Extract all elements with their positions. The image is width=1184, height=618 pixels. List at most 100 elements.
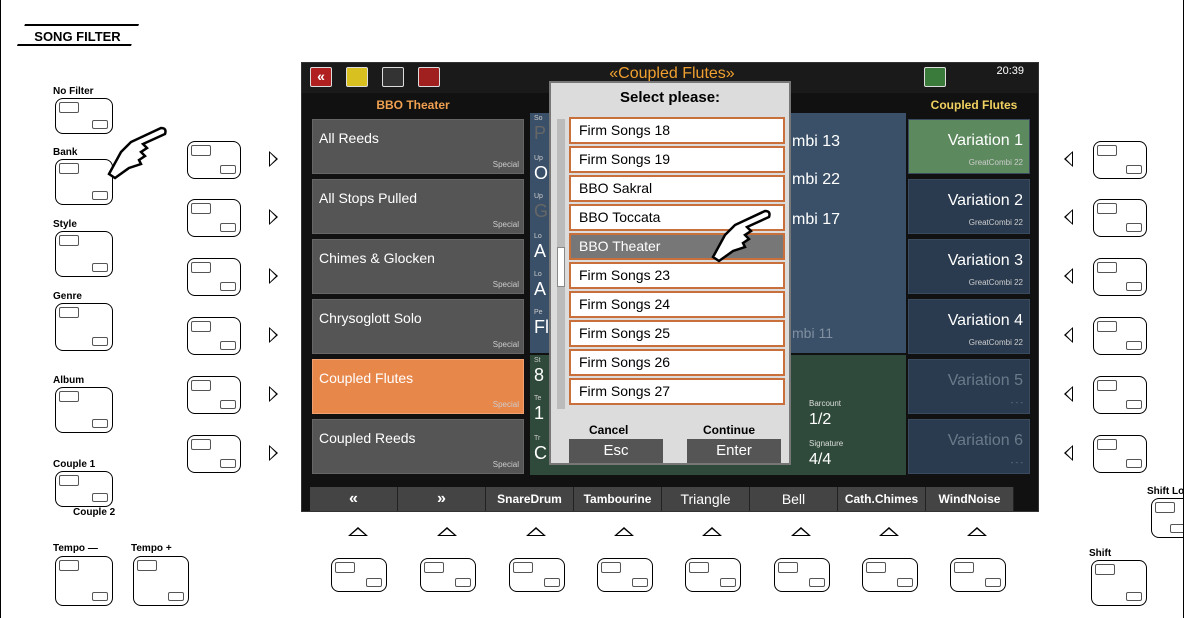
soft-button-bottom-8[interactable] [950, 558, 1006, 592]
mid-value: O [534, 163, 549, 183]
soft-button-bottom-4[interactable] [597, 558, 653, 592]
variation-button[interactable]: Variation 1 GreatCombi 22 [908, 119, 1030, 174]
mid-label: Lo [534, 271, 542, 278]
mid-label: Te [534, 395, 542, 402]
list-item[interactable]: All Reeds Special [312, 119, 524, 174]
display-screen: « « Coupled Flutes » 20:39 BBO Theater Cou… [301, 62, 1039, 512]
continue-label: Continue [703, 423, 755, 437]
enter-button[interactable]: Enter [687, 439, 781, 463]
cath-chimes-button[interactable]: Cath.Chimes [838, 487, 926, 511]
soft-button-bottom-1[interactable] [331, 558, 387, 592]
snaredrum-button[interactable]: SnareDrum [486, 487, 574, 511]
soft-button-left-3[interactable] [187, 258, 241, 296]
list-item[interactable]: Chrysoglott Solo Special [312, 299, 524, 354]
arrow-left-icon [1064, 327, 1073, 343]
back-icon[interactable]: « [310, 67, 332, 87]
arrow-left-icon [1064, 445, 1073, 461]
usb-icon[interactable] [382, 67, 404, 87]
pointing-hand-icon [711, 209, 771, 263]
soft-button-left-5[interactable] [187, 376, 241, 414]
mid-label: Up [534, 155, 543, 162]
couple-button[interactable] [55, 471, 113, 507]
dialog-item[interactable]: BBO Sakral [569, 175, 785, 202]
dialog-item[interactable]: Firm Songs 18 [569, 117, 785, 144]
dialog-item[interactable]: Firm Songs 24 [569, 291, 785, 318]
list-item-selected[interactable]: Coupled Flutes Special [312, 359, 524, 414]
genre-button[interactable] [55, 303, 113, 351]
arrow-right-icon [269, 445, 278, 461]
couple1-label: Couple 1 [53, 459, 96, 470]
style-label: Style [53, 219, 77, 230]
soft-button-right-2[interactable] [1093, 199, 1147, 237]
list-item[interactable]: All Stops Pulled Special [312, 179, 524, 234]
mid-value: C [534, 443, 547, 463]
dialog-item[interactable]: Firm Songs 19 [569, 146, 785, 173]
arrow-up-icon [702, 527, 722, 536]
tempo-plus-label: Tempo + [131, 543, 172, 554]
soft-button-right-1[interactable] [1093, 141, 1147, 179]
shift-label: Shift [1089, 548, 1112, 559]
variation-button[interactable]: Variation 4 GreatCombi 22 [908, 299, 1030, 354]
combi-label: mbi 17 [792, 211, 841, 228]
signature-label: Signature [809, 439, 844, 448]
triangle-button[interactable]: Triangle [662, 487, 750, 511]
arrow-left-icon [1064, 209, 1073, 225]
select-dialog: Select please: Firm Songs 18 Firm Songs … [549, 81, 791, 465]
genre-label: Genre [53, 291, 82, 302]
list-item[interactable]: Chimes & Glocken Special [312, 239, 524, 294]
bell-button[interactable]: Bell [750, 487, 838, 511]
variation-button[interactable]: Variation 6- - - [908, 419, 1030, 474]
page-up-button[interactable]: « [310, 487, 398, 511]
song-filter-label: SONG FILTER [16, 24, 140, 46]
menu-icon[interactable] [346, 67, 368, 87]
album-button[interactable] [55, 387, 113, 433]
soft-button-right-5[interactable] [1093, 376, 1147, 414]
trash-icon[interactable] [418, 67, 440, 87]
mid-label: Pe [534, 309, 543, 316]
combi-label: mbi 13 [792, 133, 841, 150]
dialog-item[interactable]: Firm Songs 25 [569, 320, 785, 347]
soft-button-bottom-7[interactable] [862, 558, 918, 592]
soft-button-left-1[interactable] [187, 141, 241, 179]
soft-button-left-6[interactable] [187, 435, 241, 473]
soft-button-right-6[interactable] [1093, 435, 1147, 473]
mid-label: St [534, 357, 541, 364]
soft-button-bottom-3[interactable] [509, 558, 565, 592]
combi-label: mbi 11 [792, 325, 833, 341]
soft-button-bottom-2[interactable] [420, 558, 476, 592]
dialog-scroll-thumb[interactable] [557, 247, 565, 287]
page-down-button[interactable]: » [398, 487, 486, 511]
dialog-item[interactable]: Firm Songs 27 [569, 378, 785, 405]
soft-button-right-3[interactable] [1093, 258, 1147, 296]
soft-button-bottom-6[interactable] [774, 558, 830, 592]
tempo-minus-button[interactable] [55, 556, 113, 606]
list-item[interactable]: Coupled Reeds Special [312, 419, 524, 474]
soft-button-left-2[interactable] [187, 199, 241, 237]
dialog-item[interactable]: Firm Songs 26 [569, 349, 785, 376]
arrow-right-icon [269, 386, 278, 402]
style-button[interactable] [55, 231, 113, 277]
right-header: Coupled Flutes [930, 98, 1018, 112]
esc-button[interactable]: Esc [569, 439, 663, 463]
soft-button-bottom-5[interactable] [685, 558, 741, 592]
variation-button[interactable]: Variation 3 GreatCombi 22 [908, 239, 1030, 294]
arrow-right-icon [269, 327, 278, 343]
left-header: BBO Theater [376, 98, 450, 112]
dialog-item[interactable]: Firm Songs 23 [569, 262, 785, 289]
mid-value: A [534, 279, 547, 299]
windnoise-button[interactable]: WindNoise [926, 487, 1014, 511]
arrow-right-icon [269, 268, 278, 284]
shift-lock-button[interactable] [1151, 498, 1183, 538]
pointing-hand-icon [107, 126, 167, 180]
tambourine-button[interactable]: Tambourine [574, 487, 662, 511]
tempo-plus-button[interactable] [133, 556, 189, 606]
variation-button[interactable]: Variation 5- - - [908, 359, 1030, 414]
arrow-up-icon [791, 527, 811, 536]
soft-button-left-4[interactable] [187, 317, 241, 355]
soft-button-right-4[interactable] [1093, 317, 1147, 355]
shift-button[interactable] [1091, 560, 1147, 606]
mid-label: Tr [534, 435, 541, 442]
mid-label: So [534, 115, 543, 122]
bank-label: Bank [53, 147, 78, 158]
variation-button[interactable]: Variation 2 GreatCombi 22 [908, 179, 1030, 234]
